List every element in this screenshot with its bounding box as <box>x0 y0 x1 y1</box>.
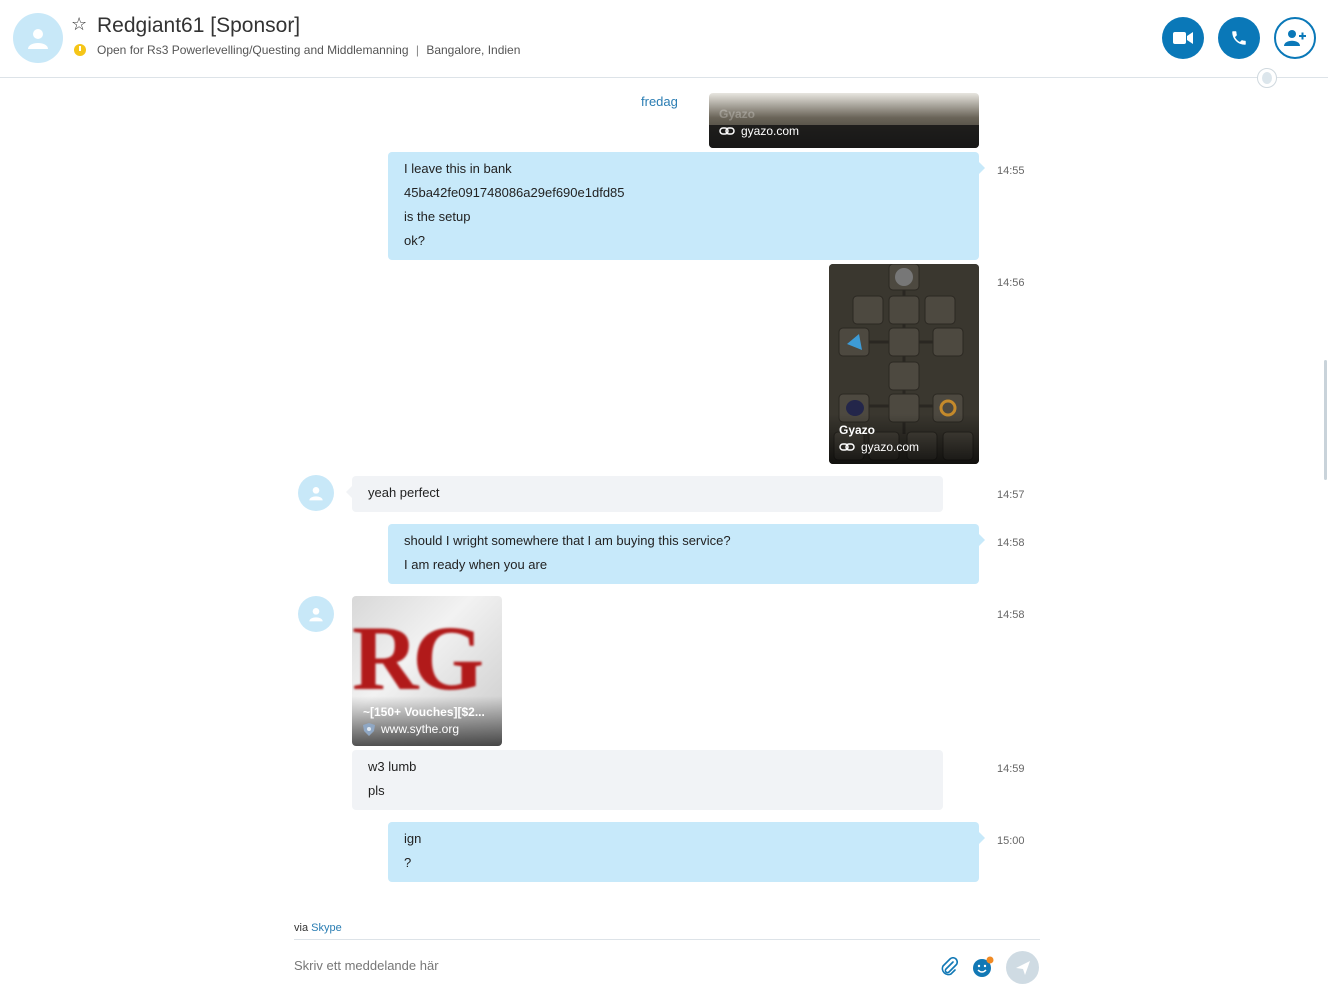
sender-avatar[interactable] <box>298 475 334 511</box>
message-timestamp: 14:58 <box>997 537 1025 549</box>
message-text: ok? <box>404 233 425 248</box>
message-bubble-incoming[interactable]: yeah perfect <box>346 476 943 512</box>
card-domain-text: www.sythe.org <box>381 722 460 736</box>
contact-name[interactable]: Redgiant61 [Sponsor] <box>97 14 300 38</box>
divider <box>294 939 1040 940</box>
card-title: Gyazo <box>839 423 876 437</box>
message-text: should I wright somewhere that I am buyi… <box>404 533 731 548</box>
add-person-icon <box>1284 30 1306 46</box>
via-prefix: via <box>294 922 309 934</box>
away-status-icon <box>74 44 86 56</box>
message-bubble-incoming[interactable]: w3 lumb pls <box>352 750 943 810</box>
message-bubble-outgoing[interactable]: ign ? <box>388 822 985 882</box>
link-preview-card[interactable]: Gyazo gyazo.com <box>709 93 979 148</box>
message-timestamp: 15:00 <box>997 835 1025 847</box>
message-text: I leave this in bank <box>404 161 512 176</box>
add-people-button[interactable] <box>1274 17 1316 59</box>
message-text: is the setup <box>404 209 471 224</box>
video-call-button[interactable] <box>1162 17 1204 59</box>
shield-icon <box>363 722 375 736</box>
link-preview-card[interactable]: RG ~[150+ Vouches][$2... www.sythe.org <box>352 596 502 746</box>
card-domain[interactable]: gyazo.com <box>719 124 799 138</box>
link-preview-card[interactable]: Gyazo gyazo.com <box>829 264 979 464</box>
sender-avatar[interactable] <box>298 596 334 632</box>
conversation-header: ☆ Redgiant61 [Sponsor] Open for Rs3 Powe… <box>0 0 1328 78</box>
paper-plane-icon <box>1015 960 1030 975</box>
card-title: Gyazo <box>719 107 756 121</box>
mood-message: Open for Rs3 Powerlevelling/Questing and… <box>97 43 409 57</box>
favorite-star-icon[interactable]: ☆ <box>71 15 87 35</box>
message-text: pls <box>368 783 385 798</box>
message-text: I am ready when you are <box>404 557 548 572</box>
person-icon <box>28 29 48 49</box>
card-domain-text: gyazo.com <box>861 440 920 454</box>
attach-file-button[interactable] <box>938 956 960 978</box>
emoticon-button[interactable] <box>972 956 994 978</box>
send-button[interactable] <box>1006 951 1039 984</box>
message-text: ? <box>404 855 412 870</box>
paperclip-icon <box>941 957 958 976</box>
card-domain[interactable]: www.sythe.org <box>363 722 459 736</box>
via-label: via Skype <box>294 922 342 934</box>
audio-call-button[interactable] <box>1218 17 1260 59</box>
day-separator: fredag <box>641 94 678 109</box>
contact-avatar[interactable] <box>13 13 63 63</box>
message-timestamp: 14:55 <box>997 165 1025 177</box>
message-text: yeah perfect <box>368 485 440 500</box>
message-bubble-outgoing[interactable]: should I wright somewhere that I am buyi… <box>388 524 985 584</box>
compose-area: via Skype <box>294 920 1040 994</box>
video-camera-icon <box>1173 32 1193 44</box>
message-text: ign <box>404 831 422 846</box>
message-timestamp: 14:59 <box>997 763 1025 775</box>
message-list[interactable]: fredag Gyazo gyazo.com I leave this in b… <box>0 79 1328 919</box>
contact-mood-line: Open for Rs3 Powerlevelling/Questing and… <box>97 43 520 57</box>
phone-icon <box>1232 31 1246 45</box>
message-timestamp: 14:57 <box>997 489 1025 501</box>
card-title: ~[150+ Vouches][$2... <box>363 705 485 719</box>
message-text: w3 lumb <box>368 759 417 774</box>
person-icon <box>309 487 323 501</box>
card-overlay <box>352 696 502 746</box>
message-bubble-outgoing[interactable]: I leave this in bank 45ba42fe091748086a2… <box>388 152 985 260</box>
smiley-icon <box>973 956 994 977</box>
contact-location: Bangalore, Indien <box>426 43 521 57</box>
card-domain[interactable]: gyazo.com <box>839 440 919 454</box>
card-domain-text: gyazo.com <box>741 124 800 138</box>
message-input[interactable] <box>294 958 914 973</box>
card-image-logo: RG <box>352 607 484 709</box>
message-timestamp: 14:56 <box>997 277 1025 289</box>
separator: | <box>415 43 419 57</box>
person-icon <box>309 608 323 622</box>
via-skype-link[interactable]: Skype <box>311 922 342 934</box>
link-icon <box>839 443 855 451</box>
message-text: 45ba42fe091748086a29ef690e1dfd85 <box>404 185 625 200</box>
message-timestamp: 14:58 <box>997 609 1025 621</box>
link-icon <box>719 127 735 135</box>
card-overlay <box>829 414 979 464</box>
